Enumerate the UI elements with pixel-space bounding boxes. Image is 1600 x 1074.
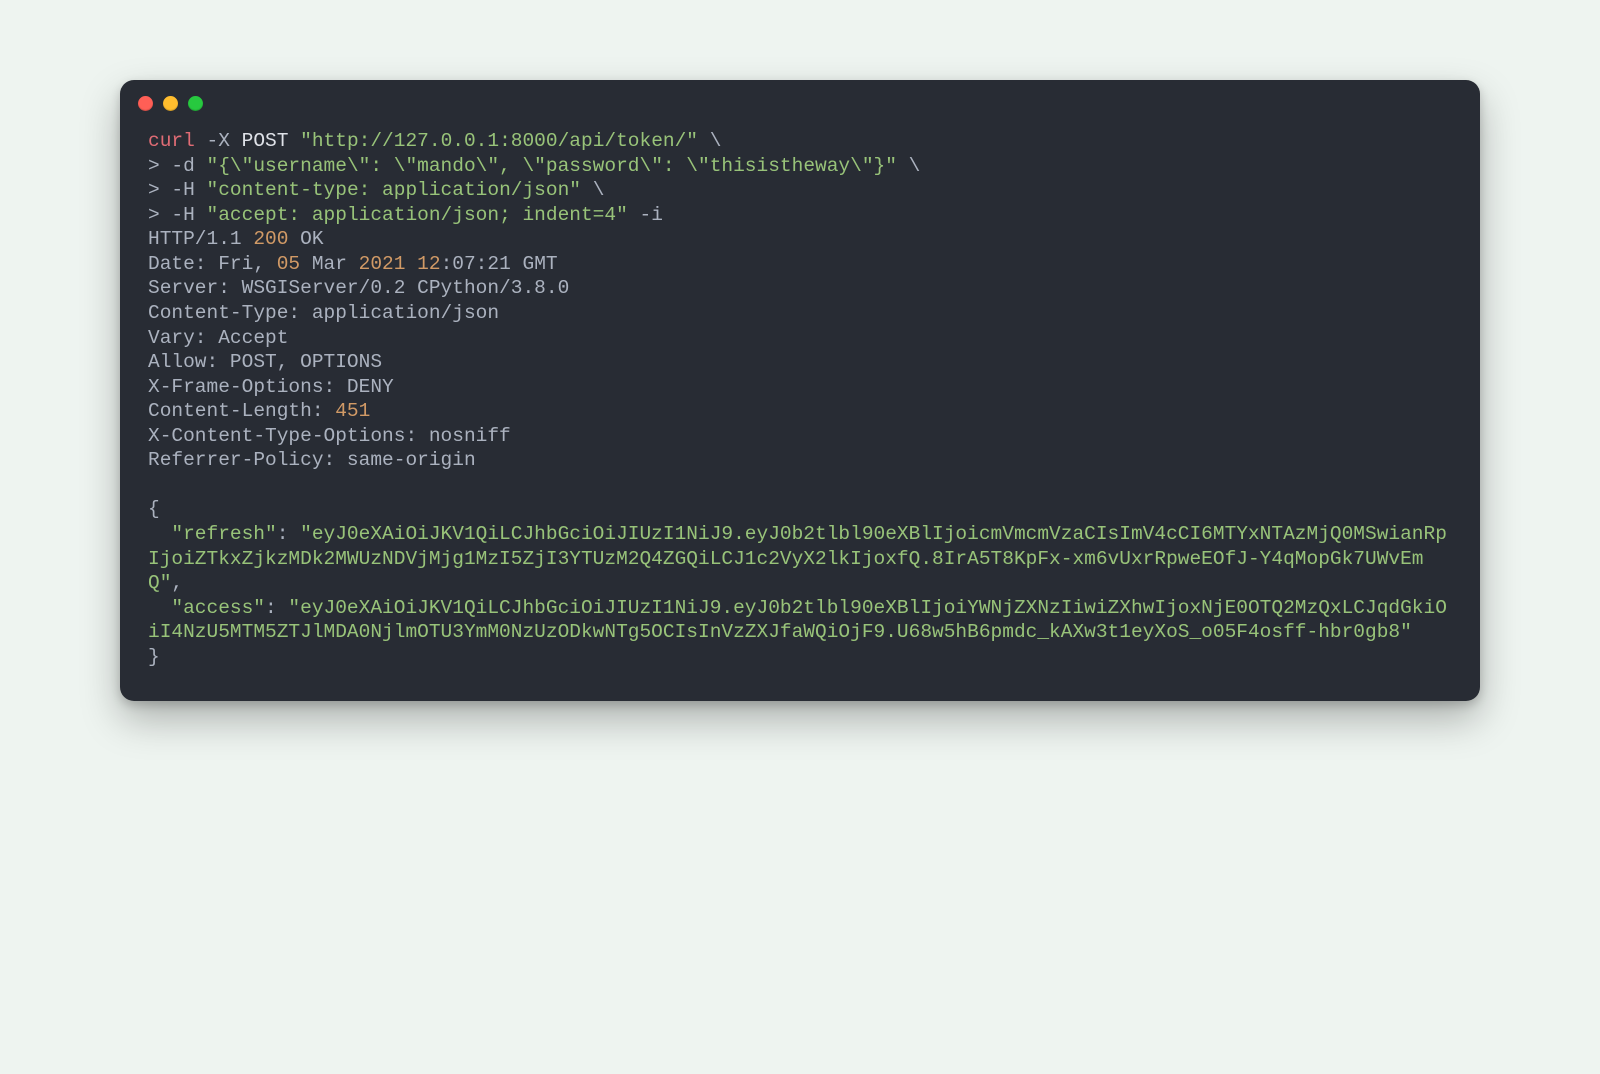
refresh-value: "eyJ0eXAiOiJKV1QiLCJhbGciOiJIUzI1NiJ9.ey… [148,523,1447,594]
http-method: POST [242,130,289,152]
command-line-3: > -H "content-type: application/json" \ [148,178,1452,203]
date-label: Date: Fri, [148,253,265,275]
include-flag: -i [640,204,663,226]
command-line-4: > -H "accept: application/json; indent=4… [148,203,1452,228]
time-rest: :07:21 GMT [441,253,558,275]
access-value: "eyJ0eXAiOiJKV1QiLCJhbGciOiJIUzI1NiJ9.ey… [148,597,1447,644]
minimize-icon[interactable] [163,96,178,111]
data-value: "{\"username\": \"mando\", \"password\":… [207,155,897,177]
http-reason: OK [300,228,323,250]
date-day: 05 [277,253,300,275]
access-key: "access" [171,597,265,619]
header-vary: Vary: Accept [148,326,1452,351]
header-x-content-type: X-Content-Type-Options: nosniff [148,424,1452,449]
header-server: Server: WSGIServer/0.2 CPython/3.8.0 [148,276,1452,301]
terminal-window: curl -X POST "http://127.0.0.1:8000/api/… [120,80,1480,701]
json-refresh-entry: "refresh": "eyJ0eXAiOiJKV1QiLCJhbGciOiJI… [148,522,1452,596]
header-x-frame: X-Frame-Options: DENY [148,375,1452,400]
header-value: "accept: application/json; indent=4" [207,204,628,226]
header-content-type: Content-Type: application/json [148,301,1452,326]
continuation: \ [710,130,722,152]
curl-command: curl [148,130,195,152]
prompt: > [148,204,160,226]
header-allow: Allow: POST, OPTIONS [148,350,1452,375]
window-titlebar [120,80,1480,119]
json-close-brace: } [148,645,1452,670]
date-year: 2021 [359,253,406,275]
blank-line [148,473,1452,498]
terminal-output[interactable]: curl -X POST "http://127.0.0.1:8000/api/… [120,119,1480,679]
command-line-2: > -d "{\"username\": \"mando\", \"passwo… [148,154,1452,179]
date-month: Mar [312,253,347,275]
header-referrer: Referrer-Policy: same-origin [148,448,1452,473]
data-flag: -d [171,155,194,177]
colon: : [265,597,277,619]
refresh-key: "refresh" [171,523,276,545]
prompt: > [148,179,160,201]
close-icon[interactable] [138,96,153,111]
content-length-label: Content-Length: [148,400,324,422]
colon: : [277,523,289,545]
continuation: \ [593,179,605,201]
comma: , [171,572,183,594]
request-url: "http://127.0.0.1:8000/api/token/" [300,130,698,152]
http-proto: HTTP/1.1 [148,228,242,250]
http-code: 200 [253,228,288,250]
http-status-line: HTTP/1.1 200 OK [148,227,1452,252]
prompt: > [148,155,160,177]
time-hour: 12 [417,253,440,275]
header-value: "content-type: application/json" [207,179,581,201]
header-content-length: Content-Length: 451 [148,399,1452,424]
command-line-1: curl -X POST "http://127.0.0.1:8000/api/… [148,129,1452,154]
continuation: \ [909,155,921,177]
content-length-value: 451 [335,400,370,422]
header-flag: -H [171,179,194,201]
method-flag: -X [207,130,230,152]
json-access-entry: "access": "eyJ0eXAiOiJKV1QiLCJhbGciOiJIU… [148,596,1452,645]
zoom-icon[interactable] [188,96,203,111]
header-flag: -H [171,204,194,226]
header-date: Date: Fri, 05 Mar 2021 12:07:21 GMT [148,252,1452,277]
json-open-brace: { [148,497,1452,522]
